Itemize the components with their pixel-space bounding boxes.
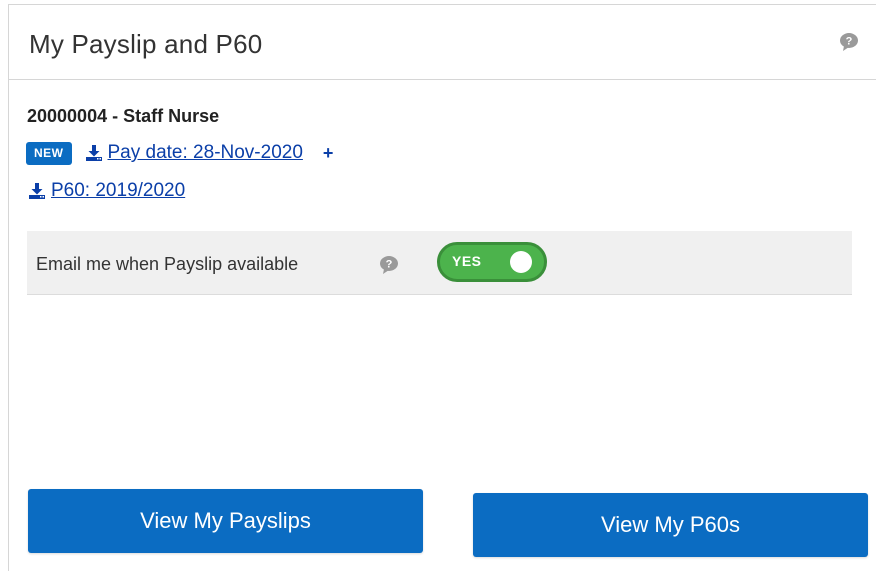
p60-row: P60: 2019/2020 xyxy=(29,177,185,205)
svg-text:?: ? xyxy=(846,36,853,48)
payslip-p60-panel: My Payslip and P60 ? 20000004 - Staff Nu… xyxy=(8,4,876,571)
view-my-p60s-button[interactable]: View My P60s xyxy=(473,493,868,557)
email-pref-label: Email me when Payslip available xyxy=(36,254,299,274)
p60-link-label: P60: 2019/2020 xyxy=(51,180,186,201)
view-my-payslips-button[interactable]: View My Payslips xyxy=(28,489,423,553)
email-notification-toggle[interactable]: YES xyxy=(437,242,547,282)
download-icon xyxy=(29,183,45,199)
latest-payslip-row: NEW Pay date: 28-Nov-2020 + xyxy=(26,138,333,168)
toggle-state-label: YES xyxy=(452,253,482,269)
help-speech-bubble-icon[interactable]: ? xyxy=(379,255,399,275)
download-icon xyxy=(85,145,102,161)
panel-title: My Payslip and P60 xyxy=(29,29,263,59)
toggle-knob xyxy=(510,251,532,273)
employee-assignment: 20000004 - Staff Nurse xyxy=(27,106,220,126)
p60-download-link[interactable]: P60: 2019/2020 xyxy=(29,180,185,202)
panel-header: My Payslip and P60 ? xyxy=(9,5,876,80)
help-speech-bubble-icon[interactable]: ? xyxy=(839,32,859,52)
payslip-link-label: Pay date: 28-Nov-2020 xyxy=(107,142,303,163)
svg-text:?: ? xyxy=(386,259,393,271)
expand-more-payslips[interactable]: + xyxy=(323,143,334,164)
email-notification-preference: Email me when Payslip available ? YES xyxy=(27,231,852,295)
payslip-download-link[interactable]: Pay date: 28-Nov-2020 xyxy=(85,142,303,164)
new-badge: NEW xyxy=(26,141,72,165)
